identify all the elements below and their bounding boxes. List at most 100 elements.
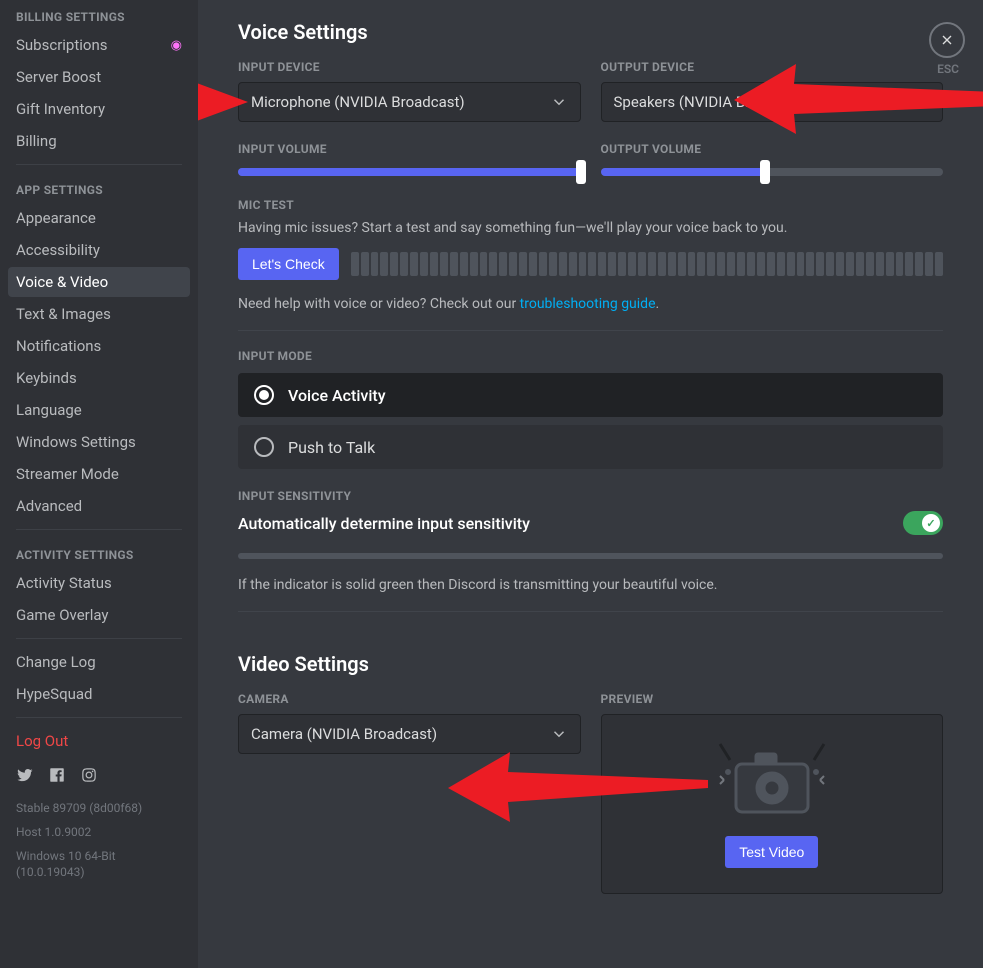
preview-label: PREVIEW [601,692,944,706]
test-video-button[interactable]: Test Video [725,836,818,868]
close-button[interactable] [929,22,965,58]
camera-label: CAMERA [238,692,581,706]
sidebar-item-label: Windows Settings [16,433,136,451]
sidebar-item-label: Change Log [16,653,96,671]
sidebar-separator [16,164,182,165]
input-device-label: INPUT DEVICE [238,60,581,74]
sidebar-item-label: Subscriptions [16,36,107,54]
sensitivity-note: If the indicator is solid green then Dis… [238,577,943,593]
chevron-down-icon [550,725,568,743]
instagram-icon[interactable] [80,766,98,788]
troubleshooting-link[interactable]: troubleshooting guide [520,296,656,312]
sidebar-item-appearance[interactable]: Appearance [8,203,190,233]
input-volume-slider[interactable] [238,168,581,176]
sidebar-item-label: Appearance [16,209,96,227]
lets-check-button[interactable]: Let's Check [238,248,339,280]
sidebar-item-language[interactable]: Language [8,395,190,425]
auto-sensitivity-toggle[interactable]: ✓ [903,511,943,535]
radio-icon [254,437,274,457]
camera-illustration-icon [712,740,832,820]
page-title: Voice Settings [238,20,943,44]
sidebar-item-label: Text & Images [16,305,111,323]
mic-level-meter [351,252,943,276]
sidebar-item-label: Notifications [16,337,101,355]
sidebar-item-billing[interactable]: Billing [8,126,190,156]
auto-sensitivity-title: Automatically determine input sensitivit… [238,514,530,533]
sidebar-item-hypesquad[interactable]: HypeSquad [8,679,190,709]
help-line: Need help with voice or video? Check out… [238,296,943,312]
output-volume-slider[interactable] [601,168,944,176]
section-divider [238,611,943,612]
sidebar-item-label: Billing [16,132,57,150]
output-device-value: Speakers (NVIDIA Broadcast) [614,93,810,111]
sidebar-item-label: Gift Inventory [16,100,105,118]
sidebar-separator [16,638,182,639]
sidebar-item-text-images[interactable]: Text & Images [8,299,190,329]
facebook-icon[interactable] [48,766,66,788]
output-volume-label: OUTPUT VOLUME [601,142,944,156]
input-mode-voice-activity[interactable]: Voice Activity [238,373,943,417]
sidebar-separator [16,529,182,530]
sidebar-item-server-boost[interactable]: Server Boost [8,62,190,92]
activity-settings-header: ACTIVITY SETTINGS [8,538,190,566]
chevron-down-icon [550,93,568,111]
input-mode-label: INPUT MODE [238,349,943,363]
sidebar-item-label: Keybinds [16,369,77,387]
sidebar-separator [16,717,182,718]
sidebar-item-label: Streamer Mode [16,465,119,483]
input-volume-label: INPUT VOLUME [238,142,581,156]
version-line: Windows 10 64-Bit (10.0.19043) [8,844,190,884]
video-settings-title: Video Settings [238,652,943,676]
sidebar-item-advanced[interactable]: Advanced [8,491,190,521]
sidebar-item-label: Activity Status [16,574,112,592]
sidebar-item-label: Log Out [16,732,68,750]
sidebar-item-gift-inventory[interactable]: Gift Inventory [8,94,190,124]
sidebar-item-label: Accessibility [16,241,100,259]
sidebar-item-label: Server Boost [16,68,101,86]
esc-label: ESC [937,62,959,76]
sidebar-item-keybinds[interactable]: Keybinds [8,363,190,393]
output-device-select[interactable]: Speakers (NVIDIA Broadcast) [601,82,944,122]
slider-thumb[interactable] [760,160,770,184]
app-settings-header: APP SETTINGS [8,173,190,201]
sidebar-item-streamer-mode[interactable]: Streamer Mode [8,459,190,489]
camera-value: Camera (NVIDIA Broadcast) [251,725,437,743]
version-line: Host 1.0.9002 [8,820,190,844]
toggle-knob: ✓ [922,514,940,532]
camera-select[interactable]: Camera (NVIDIA Broadcast) [238,714,581,754]
sidebar-item-voice-video[interactable]: Voice & Video [8,267,190,297]
section-divider [238,330,943,331]
radio-label: Push to Talk [288,438,375,457]
sidebar-item-change-log[interactable]: Change Log [8,647,190,677]
sidebar-item-subscriptions[interactable]: Subscriptions ◉ [8,30,190,60]
close-icon [939,32,955,48]
radio-label: Voice Activity [288,386,386,405]
main-content: ESC Voice Settings INPUT DEVICE Micropho… [198,0,983,968]
sidebar-item-label: Advanced [16,497,82,515]
sidebar-item-windows-settings[interactable]: Windows Settings [8,427,190,457]
radio-icon [254,385,274,405]
mic-test-description: Having mic issues? Start a test and say … [238,220,943,236]
sidebar-item-label: Language [16,401,82,419]
sidebar-item-label: Voice & Video [16,273,108,291]
sidebar-item-accessibility[interactable]: Accessibility [8,235,190,265]
input-device-value: Microphone (NVIDIA Broadcast) [251,93,465,111]
output-device-label: OUTPUT DEVICE [601,60,944,74]
slider-thumb[interactable] [576,160,586,184]
twitter-icon[interactable] [16,766,34,788]
social-links [8,758,190,796]
sidebar-item-label: Game Overlay [16,606,109,624]
mic-test-label: MIC TEST [238,198,943,212]
settings-sidebar: BILLING SETTINGS Subscriptions ◉ Server … [0,0,198,968]
video-preview: Test Video [601,714,944,894]
input-device-select[interactable]: Microphone (NVIDIA Broadcast) [238,82,581,122]
sidebar-item-notifications[interactable]: Notifications [8,331,190,361]
sidebar-item-game-overlay[interactable]: Game Overlay [8,600,190,630]
version-line: Stable 89709 (8d00f68) [8,796,190,820]
sensitivity-indicator [238,553,943,559]
sidebar-item-logout[interactable]: Log Out [8,726,190,756]
input-sensitivity-label: INPUT SENSITIVITY [238,489,943,503]
input-mode-push-to-talk[interactable]: Push to Talk [238,425,943,469]
sidebar-item-activity-status[interactable]: Activity Status [8,568,190,598]
nitro-icon: ◉ [171,38,182,53]
